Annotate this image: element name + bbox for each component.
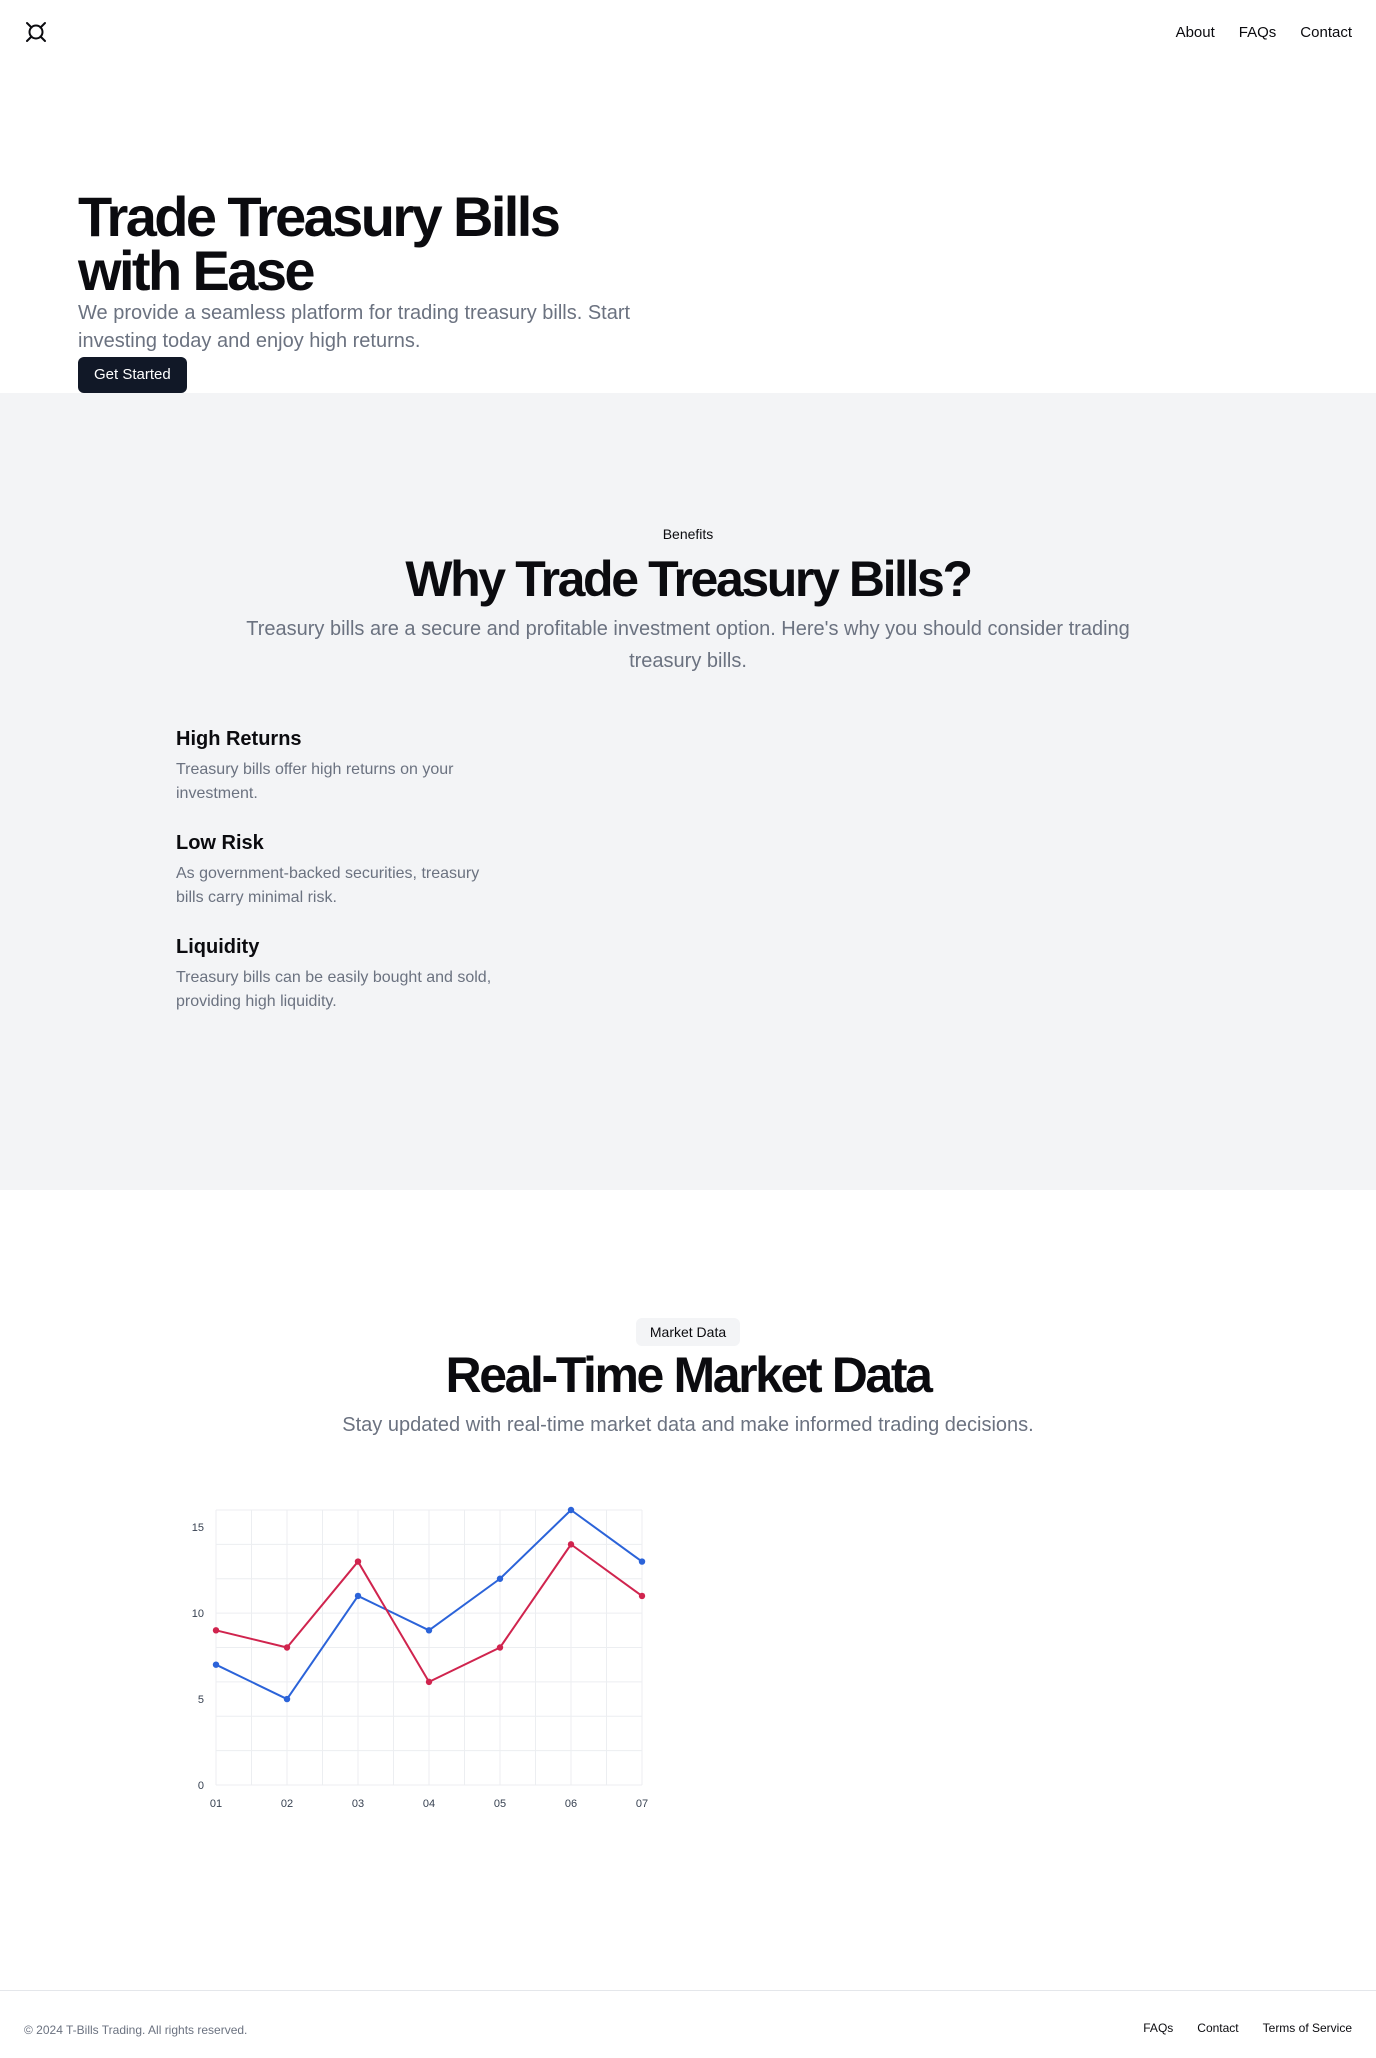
hero-section: Trade Treasury Bills with Ease We provid… <box>0 64 1376 393</box>
nav-link-about[interactable]: About <box>1176 24 1215 41</box>
series-2-point <box>283 1644 291 1651</box>
x-tick-label: 05 <box>494 1798 506 1810</box>
series-1-point <box>496 1575 504 1582</box>
footer-link-contact[interactable]: Contact <box>1197 2021 1238 2035</box>
currency-icon[interactable] <box>24 20 48 44</box>
feature-text: As government-backed securities, treasur… <box>176 865 480 906</box>
site-header: About FAQs Contact <box>0 0 1376 64</box>
feature-high-returns: High Returns Treasury bills offer high r… <box>176 726 506 806</box>
x-tick-label: 01 <box>210 1798 222 1810</box>
x-tick-label: 04 <box>423 1798 435 1810</box>
feature-low-risk: Low Risk As government-backed securities… <box>176 830 506 910</box>
series-2-point <box>496 1644 504 1651</box>
x-tick-label: 02 <box>281 1798 293 1810</box>
feature-text: Treasury bills can be easily bought and … <box>176 969 492 1010</box>
get-started-button[interactable]: Get Started <box>78 357 187 393</box>
site-footer: © 2024 T-Bills Trading. All rights reser… <box>0 1990 1376 2058</box>
footer-link-terms[interactable]: Terms of Service <box>1263 2021 1352 2035</box>
x-tick-label: 03 <box>352 1798 364 1810</box>
series-1-point <box>638 1558 646 1565</box>
series-1-point <box>354 1592 362 1600</box>
feature-title: Low Risk <box>176 832 264 854</box>
series-2-point <box>638 1592 646 1600</box>
series-1-point <box>212 1661 220 1668</box>
page: About FAQs Contact Trade Treasury Bills … <box>0 0 1376 2057</box>
series-2-point <box>212 1627 220 1634</box>
x-tick-label: 07 <box>636 1798 648 1810</box>
series-2-point <box>425 1678 433 1686</box>
market-line-chart: 05101501 02 03 04 05 06 07 <box>192 1506 648 1810</box>
benefits-subtitle: Treasury bills are a secure and profitab… <box>246 618 1130 672</box>
benefits-eyebrow: Benefits <box>662 526 714 542</box>
hero-title: Trade Treasury Bills with Ease <box>78 185 561 302</box>
benefits-section: Benefits Why Trade Treasury Bills? Treas… <box>0 393 1376 1190</box>
feature-title: Liquidity <box>176 936 260 958</box>
copyright-text: © 2024 T-Bills Trading. All rights reser… <box>24 2023 248 2037</box>
y-tick-label: 5 <box>198 1694 204 1706</box>
feature-liquidity: Liquidity Treasury bills can be easily b… <box>176 934 506 1014</box>
footer-links: FAQs Contact Terms of Service <box>1143 2021 1352 2035</box>
benefits-title: Why Trade Treasury Bills? <box>405 551 973 607</box>
series-1-point <box>283 1695 291 1703</box>
series-1-point <box>425 1627 433 1634</box>
y-tick-label: 0 <box>198 1780 204 1792</box>
x-tick-label: 06 <box>565 1798 577 1810</box>
nav-link-faqs[interactable]: FAQs <box>1239 24 1277 41</box>
nav-link-contact[interactable]: Contact <box>1300 24 1352 41</box>
market-data-badge: Market Data <box>636 1318 740 1346</box>
footer-link-faqs[interactable]: FAQs <box>1143 2021 1173 2035</box>
market-title: Real-Time Market Data <box>445 1347 932 1403</box>
feature-title: High Returns <box>176 728 302 750</box>
series-1-point <box>567 1506 575 1514</box>
y-tick-label: 10 <box>192 1608 204 1620</box>
market-subtitle: Stay updated with real-time market data … <box>342 1414 1034 1436</box>
market-data-section: Market Data Real-Time Market Data Stay u… <box>0 1190 1376 1990</box>
feature-text: Treasury bills offer high returns on you… <box>176 761 454 802</box>
hero-subtitle: We provide a seamless platform for tradi… <box>78 302 631 352</box>
y-tick-label: 15 <box>192 1522 204 1534</box>
series-2-point <box>354 1558 362 1565</box>
series-2-point <box>567 1541 575 1548</box>
main-nav: About FAQs Contact <box>1176 0 1352 64</box>
